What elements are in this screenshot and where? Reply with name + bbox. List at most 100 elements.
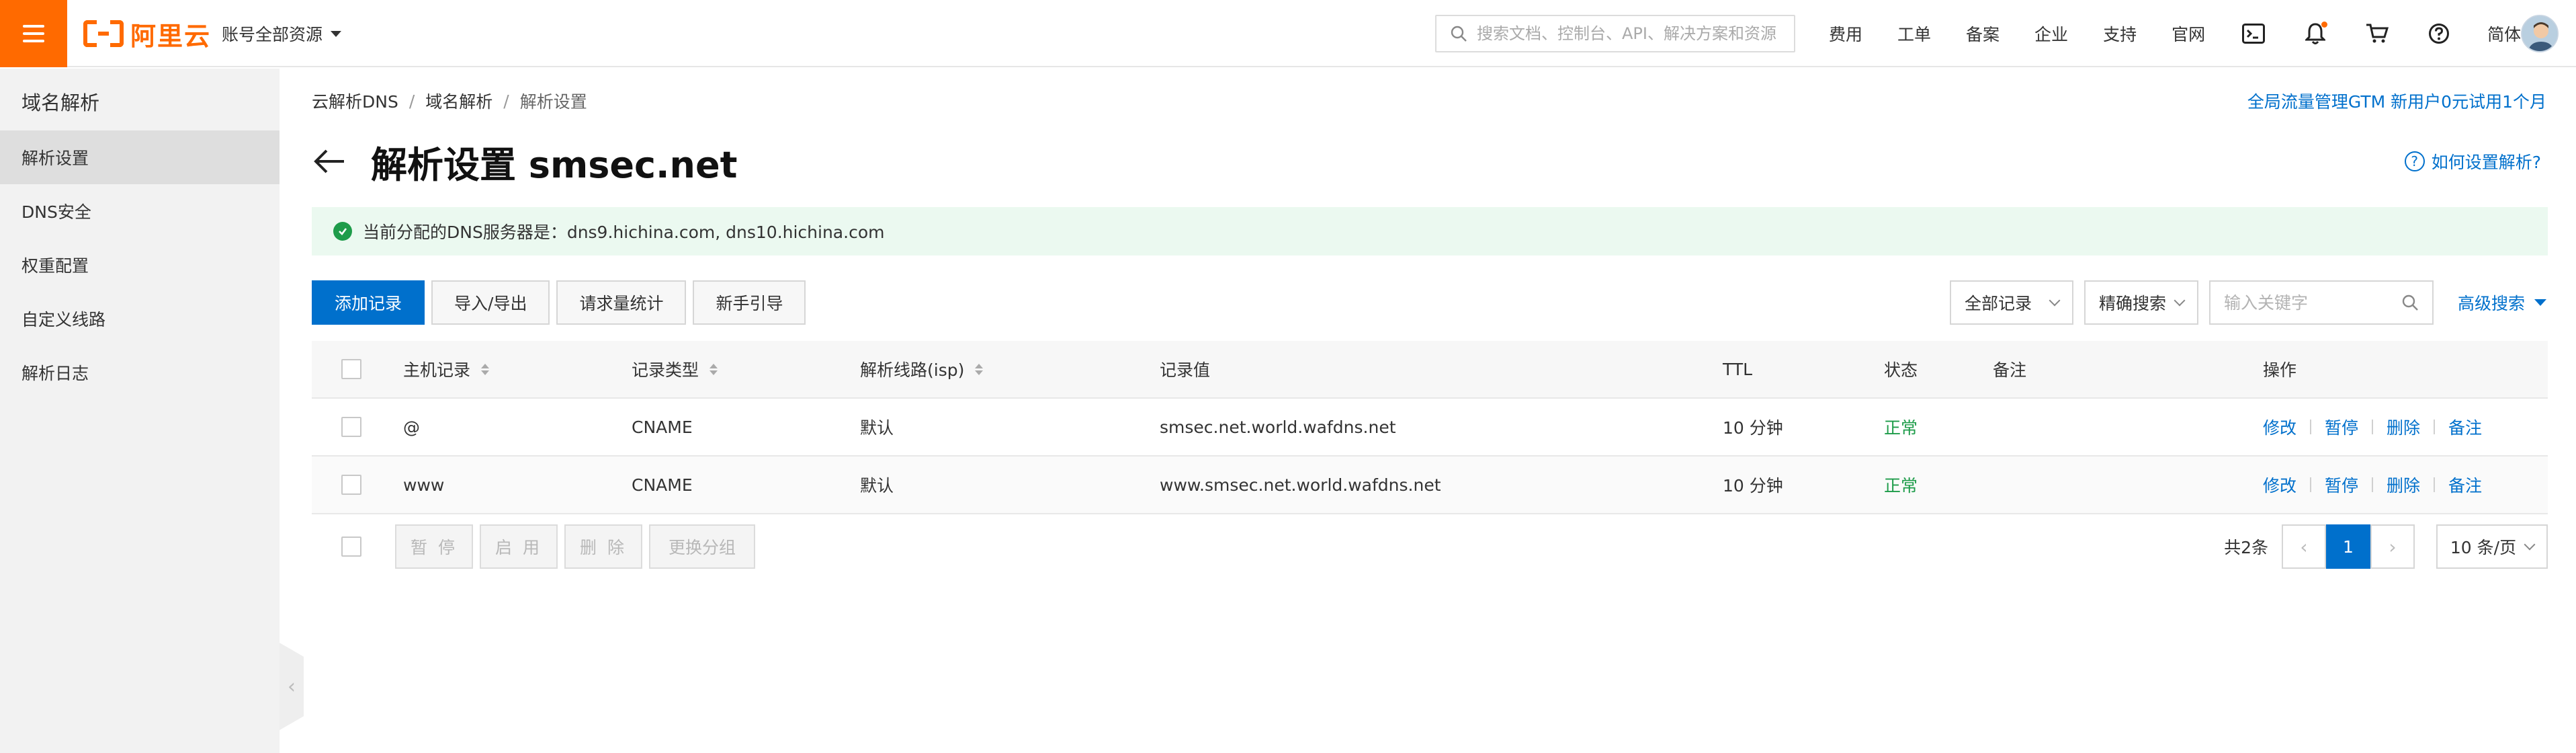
bell-icon[interactable] (2302, 20, 2329, 47)
delete-link[interactable]: 删除 (2387, 473, 2420, 497)
cell-status: 正常 (1884, 476, 1918, 496)
sort-icon (710, 363, 718, 375)
language-switch[interactable]: 简体 (2487, 22, 2521, 46)
top-bar: 阿里云 账号全部资源 费用 工单 备案 企业 支持 官网 (0, 0, 2576, 67)
row-checkbox[interactable] (341, 475, 361, 495)
gtm-promo-link[interactable]: 全局流量管理GTM 新用户0元试用1个月 (2247, 89, 2546, 113)
import-export-button[interactable]: 导入/导出 (431, 280, 550, 325)
request-stats-button[interactable]: 请求量统计 (556, 280, 687, 325)
pause-link[interactable]: 暂停 (2325, 415, 2358, 439)
dns-server-notice: 当前分配的DNS服务器是：dns9.hichina.com, dns10.hic… (312, 207, 2548, 255)
page-number-button[interactable]: 1 (2326, 524, 2370, 569)
edit-link[interactable]: 修改 (2263, 415, 2296, 439)
search-icon[interactable] (2401, 294, 2419, 311)
filter-row: 全部记录 精确搜索 高级搜索 (1949, 280, 2546, 325)
total-count: 共2条 (2224, 538, 2268, 557)
add-record-button[interactable]: 添加记录 (312, 280, 425, 325)
page-size-select[interactable]: 10 条/页 (2436, 524, 2548, 569)
cart-icon[interactable] (2364, 20, 2391, 47)
sort-icon (975, 363, 984, 375)
cell-ttl: 10 分钟 (1723, 418, 1783, 438)
caret-down-icon (331, 30, 342, 37)
select-all-checkbox[interactable] (341, 359, 361, 379)
sidebar-item-weight-config[interactable]: 权重配置 (0, 238, 280, 292)
advanced-search-toggle[interactable]: 高级搜索 (2458, 290, 2546, 315)
cell-value: smsec.net.world.wafdns.net (1160, 417, 1396, 437)
table-row: @ CNAME 默认 smsec.net.world.wafdns.net 10… (312, 399, 2548, 457)
table-footer: 暂 停 启 用 删 除 更换分组 共2条 ‹ 1 › 10 条/页 (312, 524, 2548, 569)
beginner-guide-button[interactable]: 新手引导 (693, 280, 806, 325)
breadcrumb-item-cloud-dns[interactable]: 云解析DNS (312, 89, 398, 113)
col-line-label: 解析线路(isp) (860, 360, 965, 380)
cell-host: www (403, 475, 445, 495)
bulk-change-group-button[interactable]: 更换分组 (649, 524, 755, 569)
dns-records-table: 主机记录 记录类型 解析线路(isp) 记录值 TTL 状态 备注 操作 @ C… (312, 341, 2548, 514)
cell-line: 默认 (860, 418, 894, 438)
col-value: 记录值 (1160, 360, 1211, 380)
aliyun-logo[interactable]: 阿里云 (83, 17, 211, 51)
nav-icp[interactable]: 备案 (1966, 22, 2000, 46)
cell-status: 正常 (1884, 418, 1918, 438)
edit-link[interactable]: 修改 (2263, 473, 2296, 497)
row-actions: 修改 暂停 删除 备注 (2263, 399, 2482, 455)
how-to-configure-link[interactable]: ? 如何设置解析? (2404, 149, 2541, 173)
row-checkbox[interactable] (341, 417, 361, 437)
match-mode-value: 精确搜索 (2098, 294, 2166, 313)
match-mode-select[interactable]: 精确搜索 (2084, 280, 2198, 325)
sidebar-item-dns-security[interactable]: DNS安全 (0, 184, 280, 238)
delete-link[interactable]: 删除 (2387, 415, 2420, 439)
row-actions: 修改 暂停 删除 备注 (2263, 457, 2482, 513)
terminal-icon[interactable] (2240, 20, 2267, 47)
bulk-pause-button[interactable]: 暂 停 (395, 524, 473, 569)
chevron-down-icon (2524, 539, 2536, 551)
table-row: www CNAME 默认 www.smsec.net.world.wafdns.… (312, 457, 2548, 514)
next-page-button[interactable]: › (2370, 524, 2415, 569)
sidebar-item-dns-settings[interactable]: 解析设置 (0, 130, 280, 184)
bulk-delete-button[interactable]: 删 除 (564, 524, 642, 569)
help-icon[interactable] (2425, 20, 2452, 47)
breadcrumb-item-domain-dns[interactable]: 域名解析 (425, 89, 492, 113)
record-filter-value: 全部记录 (1964, 294, 2032, 313)
nav-support[interactable]: 支持 (2103, 22, 2137, 46)
bulk-enable-button[interactable]: 启 用 (480, 524, 558, 569)
back-arrow-icon[interactable] (312, 148, 347, 175)
keyword-input[interactable] (2223, 292, 2392, 313)
cell-type: CNAME (632, 475, 693, 495)
global-search[interactable] (1435, 15, 1795, 52)
nav-enterprise[interactable]: 企业 (2034, 22, 2068, 46)
sort-icon (481, 363, 490, 375)
col-line[interactable]: 解析线路(isp) (860, 341, 984, 397)
sidebar-item-custom-line[interactable]: 自定义线路 (0, 292, 280, 346)
sidebar-item-dns-logs[interactable]: 解析日志 (0, 346, 280, 399)
hamburger-menu-button[interactable] (0, 0, 67, 67)
record-filter-select[interactable]: 全部记录 (1949, 280, 2073, 325)
page-header: 解析设置 smsec.net (312, 134, 737, 188)
keyword-search[interactable] (2208, 280, 2434, 325)
nav-official-site[interactable]: 官网 (2172, 22, 2205, 46)
col-host-label: 主机记录 (403, 360, 471, 380)
remark-link[interactable]: 备注 (2448, 415, 2482, 439)
col-host[interactable]: 主机记录 (403, 341, 490, 397)
chevron-down-icon (2049, 294, 2061, 307)
search-icon (1451, 26, 1467, 42)
nav-billing[interactable]: 费用 (1829, 22, 1862, 46)
aliyun-logo-icon (83, 20, 124, 47)
col-type[interactable]: 记录类型 (632, 341, 718, 397)
col-status: 状态 (1884, 360, 1918, 380)
user-avatar[interactable] (2521, 15, 2559, 52)
help-link-label: 如何设置解析? (2431, 153, 2541, 172)
sidebar: 域名解析 解析设置 DNS安全 权重配置 自定义线路 解析日志 (0, 69, 280, 753)
cell-host: @ (403, 417, 420, 437)
bulk-select-checkbox[interactable] (341, 537, 361, 557)
account-resource-selector[interactable]: 账号全部资源 (222, 22, 342, 46)
remark-link[interactable]: 备注 (2448, 473, 2482, 497)
sidebar-collapse-handle[interactable]: ‹ (280, 643, 304, 730)
prev-page-button[interactable]: ‹ (2282, 524, 2326, 569)
pagination: 共2条 ‹ 1 › 10 条/页 (2224, 524, 2548, 569)
pause-link[interactable]: 暂停 (2325, 473, 2358, 497)
nav-tickets[interactable]: 工单 (1897, 22, 1931, 46)
cell-ttl: 10 分钟 (1723, 476, 1783, 496)
cell-value: www.smsec.net.world.wafdns.net (1160, 475, 1441, 495)
check-circle-icon (333, 222, 352, 241)
global-search-input[interactable] (1477, 24, 1793, 43)
